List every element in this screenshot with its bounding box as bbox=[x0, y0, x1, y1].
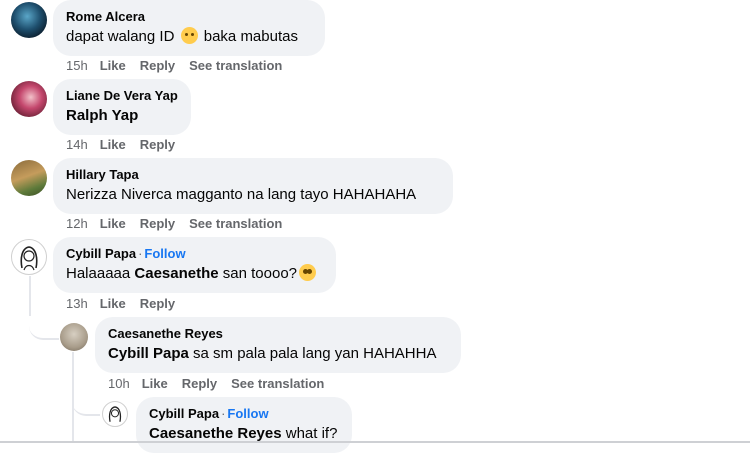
avatar[interactable] bbox=[102, 401, 128, 427]
reply-button[interactable]: Reply bbox=[140, 137, 175, 152]
line-art-face-icon bbox=[108, 406, 122, 422]
comment-actions: 12h Like Reply See translation bbox=[66, 216, 296, 232]
comment-actions: 14h Like Reply bbox=[66, 137, 189, 153]
mention-link[interactable]: Caesanethe bbox=[134, 265, 218, 282]
follow-button[interactable]: Follow bbox=[227, 406, 268, 421]
avatar[interactable] bbox=[11, 81, 47, 117]
bottom-divider bbox=[0, 441, 750, 443]
thread-connector bbox=[72, 388, 100, 416]
comment-bubble: Caesanethe Reyes Cybill Papa sa sm pala … bbox=[95, 317, 461, 373]
comment-actions: 13h Like Reply bbox=[66, 296, 189, 312]
comment-author[interactable]: Hillary Tapa bbox=[66, 166, 440, 183]
author-name[interactable]: Cybill Papa bbox=[66, 246, 136, 261]
avatar[interactable] bbox=[11, 160, 47, 196]
comment-text: Cybill Papa sa sm pala pala lang yan HAH… bbox=[108, 345, 437, 362]
author-name[interactable]: Cybill Papa bbox=[149, 406, 219, 421]
see-translation-link[interactable]: See translation bbox=[189, 216, 282, 231]
reply-button[interactable]: Reply bbox=[140, 296, 175, 311]
comment-bubble: Liane De Vera Yap Ralph Yap bbox=[53, 79, 191, 135]
see-translation-link[interactable]: See translation bbox=[231, 376, 324, 391]
comment-text: Ralph Yap bbox=[66, 106, 178, 126]
follow-button[interactable]: Follow bbox=[144, 246, 185, 261]
comment-time[interactable]: 12h bbox=[66, 216, 88, 231]
comment-author: Cybill Papa · Follow bbox=[66, 245, 323, 262]
grinning-squinting-face-icon bbox=[180, 27, 198, 44]
comment-bubble: Hillary Tapa Nerizza Niverca magganto na… bbox=[53, 158, 453, 214]
like-button[interactable]: Like bbox=[100, 58, 126, 73]
see-translation-link[interactable]: See translation bbox=[189, 58, 282, 73]
avatar[interactable] bbox=[60, 323, 88, 351]
pleading-face-icon bbox=[299, 264, 317, 281]
comment-actions: 15h Like Reply See translation bbox=[66, 58, 296, 74]
like-button[interactable]: Like bbox=[100, 216, 126, 231]
like-button[interactable]: Like bbox=[100, 296, 126, 311]
comment-text: Nerizza Niverca magganto na lang tayo HA… bbox=[66, 186, 417, 203]
avatar[interactable] bbox=[11, 2, 47, 38]
mention-link[interactable]: Ralph Yap bbox=[66, 107, 138, 124]
comment-time[interactable]: 10h bbox=[108, 376, 130, 391]
mention-link[interactable]: Caesanethe Reyes bbox=[149, 425, 282, 442]
reply-button[interactable]: Reply bbox=[140, 58, 175, 73]
like-button[interactable]: Like bbox=[142, 376, 168, 391]
reply-button[interactable]: Reply bbox=[140, 216, 175, 231]
comment-author[interactable]: Caesanethe Reyes bbox=[108, 325, 448, 342]
avatar[interactable] bbox=[11, 239, 47, 275]
mention-link[interactable]: Cybill Papa bbox=[108, 345, 189, 362]
line-art-face-icon bbox=[20, 246, 38, 271]
comment-actions: 10h Like Reply See translation bbox=[108, 376, 338, 392]
comment-author: Cybill Papa · Follow bbox=[149, 405, 339, 422]
comment-time[interactable]: 14h bbox=[66, 137, 88, 152]
like-button[interactable]: Like bbox=[100, 137, 126, 152]
comment-text: dapat walang ID baka mabutas bbox=[66, 27, 298, 45]
comment-time[interactable]: 13h bbox=[66, 296, 88, 311]
thread-connector bbox=[29, 300, 59, 340]
comment-bubble: Cybill Papa · Follow Halaaaaa Caesanethe s… bbox=[53, 237, 336, 293]
comment-author[interactable]: Rome Alcera bbox=[66, 8, 312, 25]
comment-text: Halaaaaa Caesanethe san toooo? bbox=[66, 264, 323, 284]
comment-bubble: Rome Alcera dapat walang ID baka mabutas bbox=[53, 0, 325, 56]
comment-bubble: Cybill Papa · Follow Caesanethe Reyes what… bbox=[136, 397, 352, 453]
reply-button[interactable]: Reply bbox=[182, 376, 217, 391]
separator: · bbox=[221, 406, 226, 421]
separator: · bbox=[138, 246, 143, 261]
comment-time[interactable]: 15h bbox=[66, 58, 88, 73]
comment-author[interactable]: Liane De Vera Yap bbox=[66, 87, 178, 104]
